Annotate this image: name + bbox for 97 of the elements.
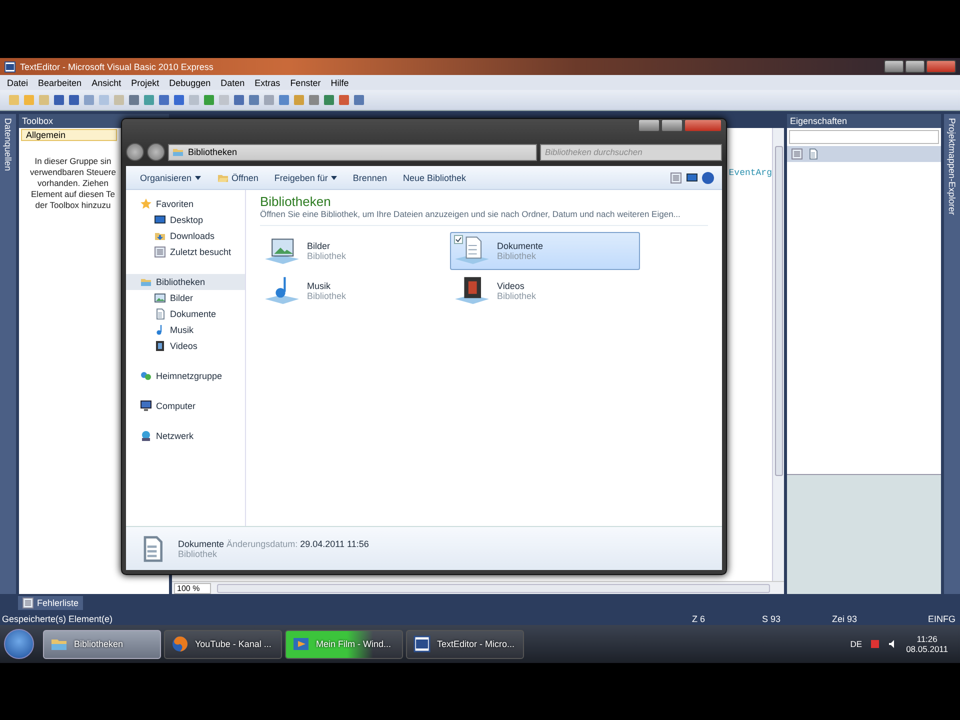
nav-item[interactable]: Videos: [126, 338, 245, 354]
videos-icon: [154, 340, 166, 352]
zoom-field[interactable]: 100 %: [174, 582, 211, 594]
nav-item[interactable]: Musik: [126, 322, 245, 338]
categorized-icon: [791, 148, 803, 160]
back-button[interactable]: [126, 143, 144, 161]
forward-button[interactable]: [147, 143, 165, 161]
menu-item[interactable]: Extras: [250, 78, 286, 88]
music-library-icon: [263, 275, 301, 307]
nav-item[interactable]: Favoriten: [126, 196, 245, 212]
scrollbar[interactable]: [772, 128, 784, 581]
star-icon: [140, 198, 152, 210]
status-column: S 93: [762, 614, 832, 624]
caret-icon: [330, 176, 337, 180]
view-icon: [670, 172, 682, 184]
details-date: 29.04.2011 11:56: [300, 538, 369, 548]
toolbox-hint: In dieser Gruppe sin verwendbaren Steuere vorhanden. Ziehen Element auf diesen Te der Toolbox hinzuzu: [28, 156, 117, 211]
menu-item[interactable]: Bearbeiten: [33, 78, 87, 88]
caret-icon: [194, 176, 201, 180]
videos-library-icon: [453, 275, 491, 307]
code-text: EventArg: [728, 168, 772, 178]
menu-item[interactable]: Fenster: [285, 78, 326, 88]
checkbox[interactable]: [454, 235, 463, 244]
library-icon: [172, 146, 184, 158]
library-tile[interactable]: Videos Bibliothek: [450, 272, 640, 310]
menu-item[interactable]: Daten: [216, 78, 250, 88]
menu-item[interactable]: Projekt: [126, 78, 164, 88]
maximize-button[interactable]: [905, 60, 925, 73]
menu-item[interactable]: Datei: [2, 78, 34, 88]
command-button[interactable]: Öffnen: [210, 170, 264, 186]
status-mode: EINFG: [928, 614, 956, 624]
help-icon[interactable]: [702, 172, 714, 184]
library-icon: [140, 276, 152, 288]
library-tile[interactable]: Dokumente Bibliothek: [450, 232, 640, 270]
list-icon: [22, 597, 34, 609]
status-char: Zei 93: [832, 614, 858, 624]
address-bar[interactable]: Bibliotheken: [168, 144, 537, 160]
window-title: TextEditor - Microsoft Visual Basic 2010 Express: [20, 62, 214, 72]
page-description: Öffnen Sie eine Bibliothek, um Ihre Dateien anzuzeigen und sie nach Ordner, Datum und nach weiteren Eigen...: [260, 209, 708, 226]
sort-icon: [807, 148, 819, 160]
details-label: Änderungsdatum:: [226, 538, 298, 548]
side-tab[interactable]: Datenquellen: [0, 114, 16, 594]
details-name: Dokumente: [178, 538, 224, 548]
minimize-button[interactable]: [638, 119, 660, 132]
status-line: Z 6: [692, 614, 706, 624]
details-type: Bibliothek: [178, 548, 218, 558]
library-tile[interactable]: Musik Bibliothek: [260, 272, 450, 310]
taskbar-button[interactable]: Mein Film - Wind...: [285, 630, 403, 658]
nav-item[interactable]: Bilder: [126, 290, 245, 306]
command-button[interactable]: Organisieren: [134, 170, 207, 184]
panel-title: Eigenschaften: [787, 114, 941, 128]
taskbar-button[interactable]: YouTube - Kanal ...: [164, 630, 282, 658]
desktop-icon: [154, 214, 166, 226]
menu-item[interactable]: Debuggen: [164, 78, 216, 88]
side-tab[interactable]: Projektmappen-Explorer: [944, 114, 960, 594]
close-button[interactable]: [684, 119, 722, 132]
computer-icon: [140, 400, 152, 412]
command-button[interactable]: Freigeben für: [268, 170, 343, 184]
nav-item[interactable]: Desktop: [126, 212, 245, 228]
library-tile[interactable]: Bilder Bibliothek: [260, 232, 450, 270]
group-header[interactable]: Allgemein: [21, 129, 117, 141]
error-list-tab[interactable]: Fehlerliste: [18, 596, 83, 610]
nav-item[interactable]: Downloads: [126, 228, 245, 244]
language-indicator[interactable]: DE: [850, 639, 862, 649]
horizontal-scrollbar[interactable]: [216, 584, 770, 592]
command-button[interactable]: Neue Bibliothek: [396, 170, 472, 184]
search-field[interactable]: Bibliotheken durchsuchen: [540, 144, 722, 160]
command-button[interactable]: Brennen: [346, 170, 393, 184]
browser-icon: [171, 635, 189, 653]
maximize-button[interactable]: [661, 119, 683, 132]
menu-item[interactable]: Ansicht: [86, 78, 126, 88]
nav-item[interactable]: Zuletzt besucht: [126, 244, 245, 260]
start-button[interactable]: [4, 629, 34, 659]
page-heading: Bibliotheken: [260, 194, 332, 209]
nav-item[interactable]: Computer: [126, 398, 245, 414]
object-dropdown[interactable]: [789, 130, 939, 144]
nav-item[interactable]: Bibliotheken: [126, 274, 245, 290]
homegroup-icon: [140, 370, 152, 382]
documents-icon: [154, 308, 166, 320]
nav-item[interactable]: Heimnetzgruppe: [126, 368, 245, 384]
preview-pane-icon: [686, 172, 698, 184]
status-message: Gespeicherte(s) Element(e): [2, 614, 114, 624]
menu-item[interactable]: Hilfe: [326, 78, 354, 88]
close-button[interactable]: [926, 60, 956, 73]
pictures-icon: [154, 292, 166, 304]
nav-item[interactable]: Dokumente: [126, 306, 245, 322]
movie-icon: [292, 635, 310, 653]
download-icon: [154, 230, 166, 242]
nav-item[interactable]: Netzwerk: [126, 428, 245, 444]
recent-icon: [154, 246, 166, 258]
vb-icon: [413, 635, 431, 653]
flag-icon[interactable]: [870, 639, 880, 649]
taskbar-button[interactable]: TextEditor - Micro...: [406, 630, 524, 658]
clock[interactable]: 11:26 08.05.2011: [906, 634, 948, 654]
network-icon: [140, 430, 152, 442]
app-icon: [4, 60, 16, 72]
minimize-button[interactable]: [884, 60, 904, 73]
